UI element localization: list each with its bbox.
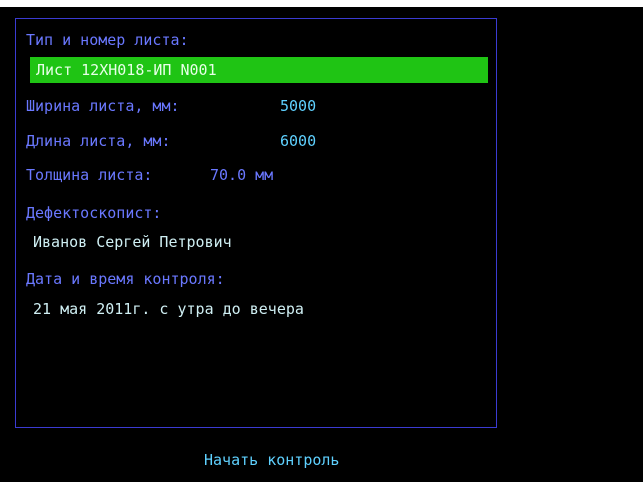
- sheet-width-value: 5000: [280, 97, 317, 115]
- sheet-thickness-label: Толщина листа:: [26, 166, 153, 184]
- sheet-type-field[interactable]: Лист 12ХН018-ИП N001: [30, 57, 488, 83]
- sheet-length-label: Длина листа, мм:: [26, 132, 171, 150]
- sheet-type-value: Лист 12ХН018-ИП N001: [36, 61, 217, 79]
- top-strip: [0, 0, 643, 7]
- sheet-type-label: Тип и номер листа:: [26, 31, 189, 49]
- sheet-length-value: 6000: [280, 132, 317, 150]
- inspection-datetime-label: Дата и время контроля:: [26, 270, 225, 288]
- start-inspection-button[interactable]: Начать контроль: [180, 447, 450, 473]
- inspector-name: Иванов Сергей Петрович: [33, 233, 232, 251]
- inspection-datetime-value: 21 мая 2011г. с утра до вечера: [33, 300, 304, 318]
- sheet-thickness-value: 70.0 мм: [210, 166, 274, 184]
- sheet-width-label: Ширина листа, мм:: [26, 97, 180, 115]
- sheet-info-panel: Тип и номер листа: Лист 12ХН018-ИП N001 …: [15, 18, 497, 428]
- inspector-label: Дефектоскопист:: [26, 204, 162, 222]
